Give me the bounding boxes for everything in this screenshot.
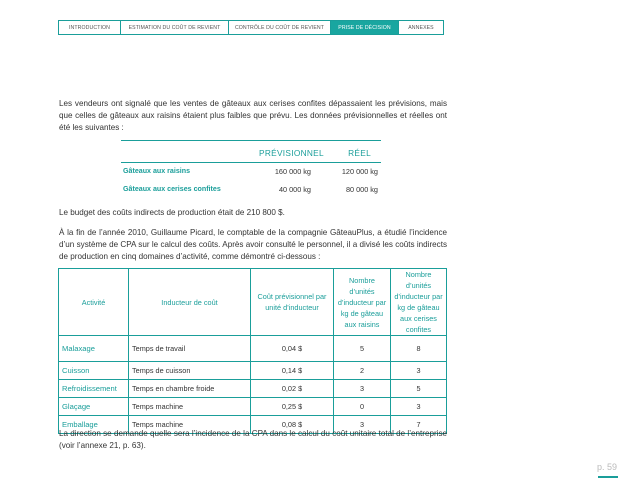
cell-inducteur: Temps en chambre froide (128, 379, 251, 398)
cell-cout: 0,14 $ (250, 361, 334, 380)
intro-paragraph: Les vendeurs ont signalé que les ventes … (59, 99, 447, 133)
cell-activite: Cuisson (58, 361, 129, 380)
cpa-paragraph: À la fin de l’année 2010, Guillaume Pica… (59, 228, 447, 262)
cell-nb-raisins: 3 (333, 379, 391, 398)
tab-estimation[interactable]: ESTIMATION DU COÛT DE REVIENT (121, 21, 229, 34)
tab-prise-de-decision[interactable]: PRISE DE DÉCISION (331, 21, 399, 34)
tab-annexes[interactable]: ANNEXES (399, 21, 443, 34)
cell-cout: 0,04 $ (250, 335, 334, 362)
tab-introduction[interactable]: INTRODUCTION (59, 21, 121, 34)
page-number: p. 59 (597, 462, 618, 472)
cell-inducteur: Temps de travail (128, 335, 251, 362)
table-row: Glaçage Temps machine 0,25 $ 0 3 (58, 397, 447, 416)
header-nb-raisins: Nombre d’unités d’inducteur par kg de gâ… (333, 268, 391, 336)
forecast-header: PRÉVISIONNEL RÉEL (121, 141, 381, 162)
cell-activite: Refroidissement (58, 379, 129, 398)
forecast-row: Gâteaux aux raisins 160 000 kg 120 000 k… (121, 163, 381, 181)
table-row: Cuisson Temps de cuisson 0,14 $ 2 3 (58, 361, 447, 380)
forecast-row-reel: 80 000 kg (345, 185, 378, 194)
forecast-row-label: Gâteaux aux cerises confites (123, 185, 221, 193)
cell-inducteur: Temps de cuisson (128, 361, 251, 380)
budget-paragraph: Le budget des coûts indirects de product… (59, 208, 285, 217)
forecast-row-reel: 120 000 kg (341, 167, 378, 176)
forecast-row-label: Gâteaux aux raisins (123, 167, 191, 175)
cell-cout: 0,02 $ (250, 379, 334, 398)
activity-table: Activité Inducteur de coût Coût prévisio… (58, 268, 447, 434)
conclusion-paragraph: La direction se demande quelle sera l’in… (59, 429, 447, 451)
tab-controle[interactable]: CONTRÔLE DU COÛT DE REVIENT (229, 21, 331, 34)
header-nb-cerises: Nombre d’unités d’inducteur par kg de gâ… (390, 268, 447, 336)
forecast-row: Gâteaux aux cerises confites 40 000 kg 8… (121, 181, 381, 199)
cell-nb-cerises: 3 (390, 361, 447, 380)
header-activite: Activité (58, 268, 129, 336)
forecast-row-prev: 160 000 kg (274, 167, 311, 176)
cell-inducteur: Temps machine (128, 397, 251, 416)
table-row: Malaxage Temps de travail 0,04 $ 5 8 (58, 335, 447, 362)
cell-activite: Glaçage (58, 397, 129, 416)
forecast-col-prev: PRÉVISIONNEL (259, 148, 324, 158)
header-inducteur: Inducteur de coût (128, 268, 251, 336)
cell-cout: 0,25 $ (250, 397, 334, 416)
cell-nb-raisins: 5 (333, 335, 391, 362)
cell-nb-raisins: 0 (333, 397, 391, 416)
activity-table-header: Activité Inducteur de coût Coût prévisio… (58, 268, 447, 336)
forecast-table: PRÉVISIONNEL RÉEL Gâteaux aux raisins 16… (121, 140, 381, 199)
section-nav: INTRODUCTION ESTIMATION DU COÛT DE REVIE… (58, 20, 444, 35)
cell-nb-cerises: 5 (390, 379, 447, 398)
forecast-col-reel: RÉEL (348, 148, 371, 158)
cell-nb-raisins: 2 (333, 361, 391, 380)
header-cout-prev: Coût prévisionnel par unité d’inducteur (250, 268, 334, 336)
cell-nb-cerises: 8 (390, 335, 447, 362)
cell-activite: Malaxage (58, 335, 129, 362)
forecast-row-prev: 40 000 kg (278, 185, 311, 194)
page-number-underline (598, 476, 618, 478)
cell-nb-cerises: 3 (390, 397, 447, 416)
table-row: Refroidissement Temps en chambre froide … (58, 379, 447, 398)
